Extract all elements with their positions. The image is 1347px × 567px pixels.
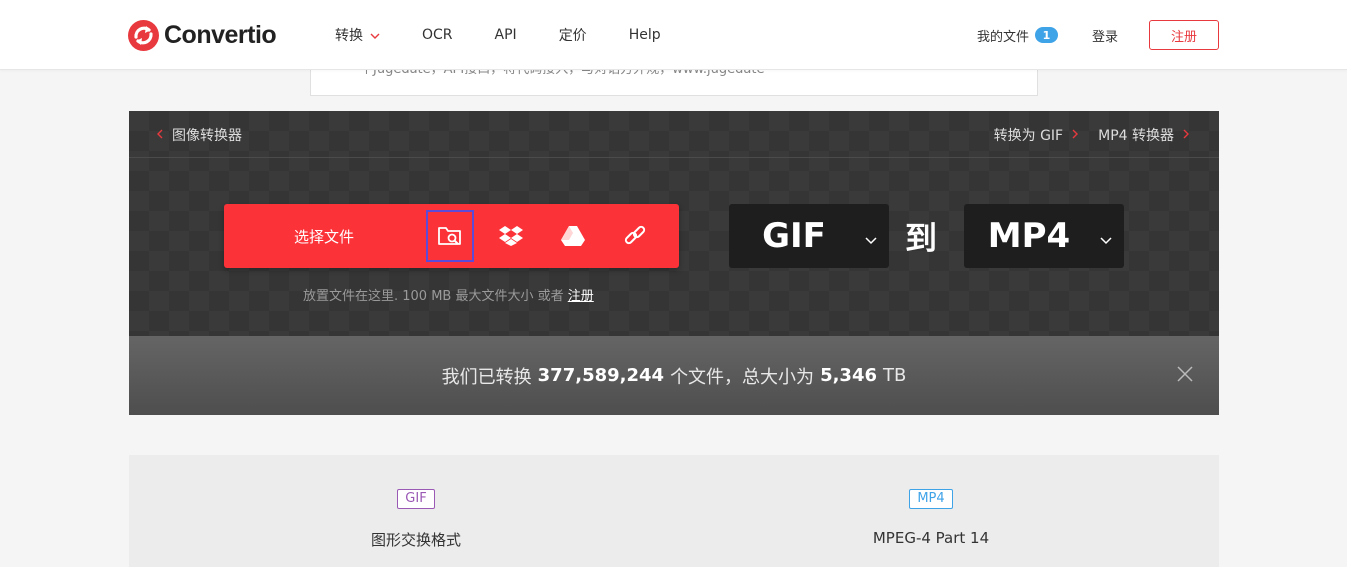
format-tag-gif: GIF (397, 489, 435, 509)
logo[interactable]: Convertio (128, 18, 277, 52)
nav-convert-label: 转换 (335, 28, 363, 44)
my-files-link[interactable]: 我的文件 1 (977, 26, 1058, 45)
formats-section: GIF 图形交换格式 MP4 MPEG-4 Part 14 (129, 455, 1219, 567)
convertio-logo-icon (128, 19, 159, 51)
drop-hint-text: 放置文件在这里. 100 MB 最大文件大小 或者 (303, 289, 564, 304)
convert-to-gif-link[interactable]: 转换为 GIF (994, 125, 1063, 145)
chevron-right-icon (1072, 128, 1079, 143)
google-drive-icon[interactable] (555, 218, 591, 254)
chevron-left-icon (157, 128, 163, 143)
stats-unit: TB (883, 365, 907, 386)
conversion-stats-bar: 我们已转换 377,589,244 个文件，总大小为 5,346 TB (129, 336, 1219, 415)
account-nav: 我的文件 1 登录 注册 (977, 0, 1219, 70)
logo-text: Convertio (164, 20, 277, 49)
stats-prefix: 我们已转换 (441, 366, 532, 388)
format-tag-mp4: MP4 (909, 489, 953, 509)
breadcrumb-image-converter[interactable]: 图像转换器 (157, 125, 242, 145)
nav-convert[interactable]: 转换 (335, 25, 380, 45)
stats-size: 5,346 (820, 365, 877, 386)
my-files-label: 我的文件 (976, 29, 1029, 45)
file-select-bar: 选择文件 (224, 204, 679, 268)
format-name-mp4: MPEG-4 Part 14 (872, 529, 990, 547)
breadcrumb-left-label: 图像转换器 (172, 128, 242, 144)
folder-search-icon[interactable] (426, 210, 474, 262)
link-icon[interactable] (617, 218, 653, 254)
chevron-right-icon (1183, 128, 1189, 143)
choose-files-button[interactable]: 选择文件 (224, 204, 424, 268)
format-name-gif: 图形交换格式 (370, 531, 461, 549)
main-nav: 转换 OCR API 定价 Help (335, 0, 703, 70)
from-format-value: GIF (762, 216, 826, 256)
breadcrumb-right: 转换为 GIF MP4 转换器 (994, 125, 1189, 145)
mp4-converter-link[interactable]: MP4 转换器 (1098, 125, 1174, 145)
to-format-select[interactable]: MP4 (964, 204, 1124, 268)
stats-files-count: 377,589,244 (537, 365, 665, 386)
format-info-mp4: MP4 MPEG-4 Part 14 (731, 455, 1131, 547)
login-link[interactable]: 登录 (1092, 26, 1118, 45)
close-icon[interactable] (1177, 366, 1193, 387)
drop-hint-register-link[interactable]: 注册 (568, 289, 594, 304)
to-format-value: MP4 (987, 216, 1071, 256)
register-button[interactable]: 注册 (1149, 20, 1219, 50)
nav-api[interactable]: API (495, 27, 517, 43)
chevron-down-icon (865, 230, 877, 249)
to-label: 到 (905, 219, 938, 257)
nav-pricing[interactable]: 定价 (559, 25, 587, 45)
drop-hint: 放置文件在这里. 100 MB 最大文件大小 或者 注册 (303, 285, 594, 304)
nav-help[interactable]: Help (629, 27, 661, 43)
breadcrumb-row: 图像转换器 转换为 GIF MP4 转换器 (129, 111, 1219, 158)
format-info-gif: GIF 图形交换格式 (216, 455, 616, 550)
converter-panel: 图像转换器 转换为 GIF MP4 转换器 选择文件 放置文件在这里. 100 … (129, 111, 1219, 336)
chevron-down-icon (370, 27, 380, 43)
chevron-down-icon (1100, 230, 1112, 249)
dropbox-icon[interactable] (493, 218, 529, 254)
my-files-count-badge: 1 (1034, 27, 1058, 43)
nav-ocr[interactable]: OCR (422, 27, 453, 43)
stats-middle: 个文件，总大小为 (670, 366, 815, 388)
site-header: Convertio 转换 OCR API 定价 Help 我的文件 1 登录 注… (0, 0, 1347, 70)
from-format-select[interactable]: GIF (729, 204, 889, 268)
